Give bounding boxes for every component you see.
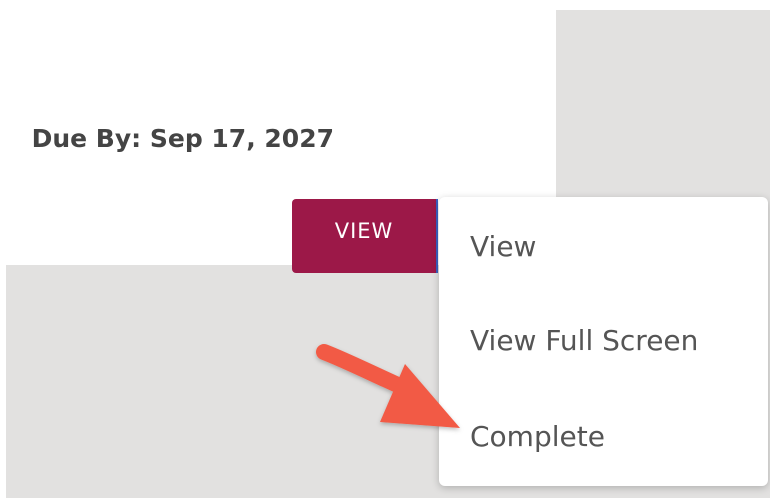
view-button[interactable]: VIEW bbox=[292, 199, 438, 273]
menu-item-view[interactable]: View bbox=[470, 230, 536, 263]
due-date-label: Due By: Sep 17, 2027 bbox=[31, 124, 334, 153]
view-options-menu: View View Full Screen Complete bbox=[439, 197, 768, 486]
annotation-arrow-icon bbox=[316, 344, 460, 428]
menu-item-complete[interactable]: Complete bbox=[470, 420, 605, 453]
menu-item-view-full-screen[interactable]: View Full Screen bbox=[470, 324, 698, 357]
